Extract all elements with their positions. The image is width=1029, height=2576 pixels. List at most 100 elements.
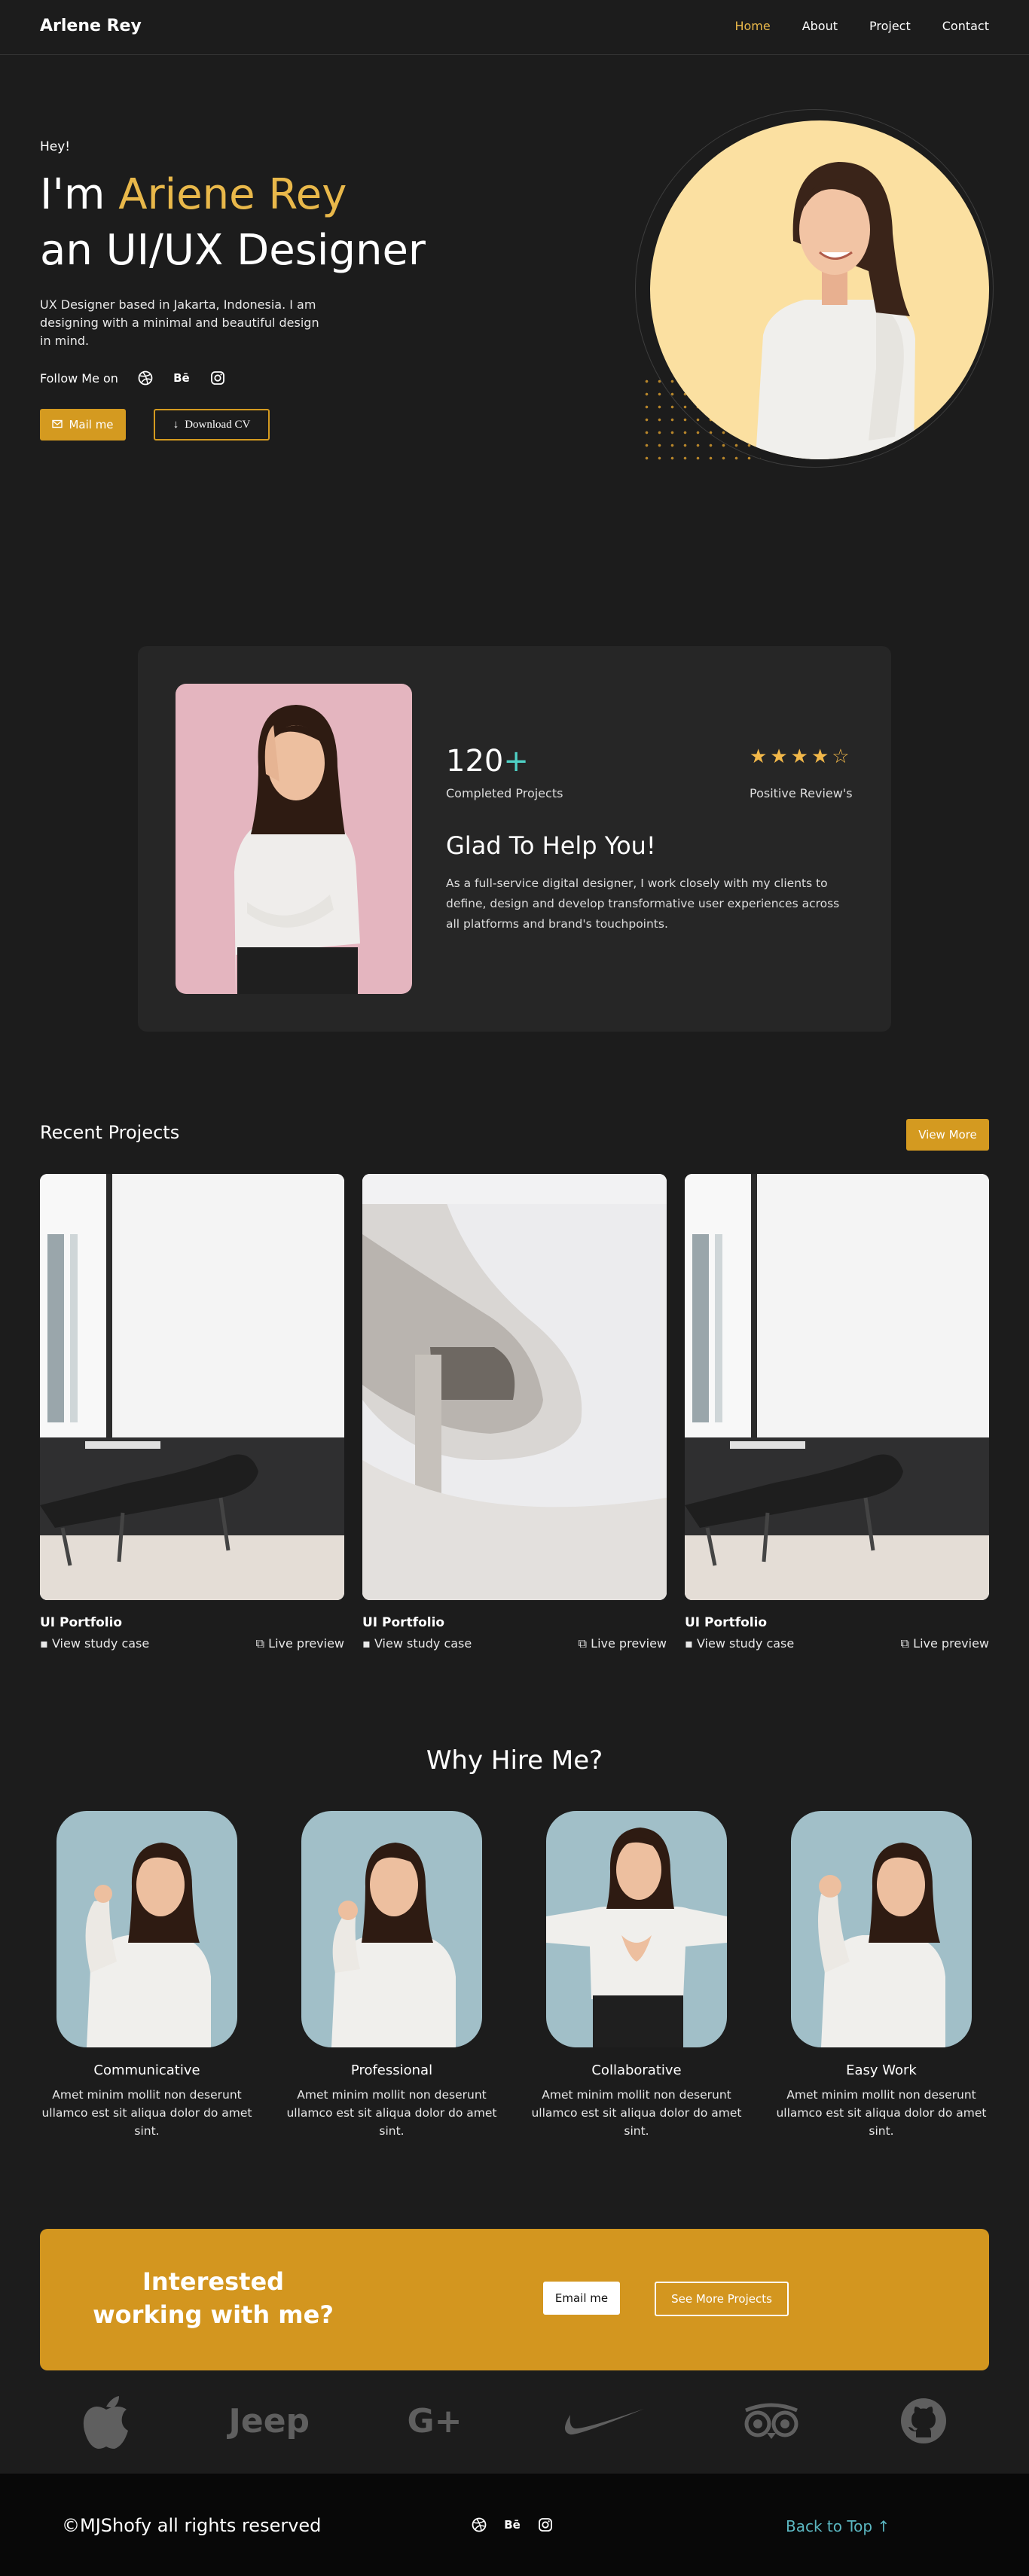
top-navbar: Arlene Rey Home About Project Contact <box>0 0 1029 55</box>
nav-about[interactable]: About <box>802 19 838 33</box>
hire-photo <box>791 1811 972 2047</box>
view-more-button[interactable]: View More <box>906 1119 989 1151</box>
hero-title-name: Ariene Rey <box>118 170 347 219</box>
view-study-case-link[interactable]: ▪ View study case <box>362 1636 472 1651</box>
project-image-chair[interactable] <box>40 1174 344 1600</box>
project-links: ▪ View study case ⧉ Live preview <box>685 1636 989 1651</box>
follow-label: Follow Me on <box>40 370 118 386</box>
mail-icon <box>52 418 63 431</box>
hire-card-professional: Professional Amet minim mollit non deser… <box>279 1811 505 2140</box>
project-title: UI Portfolio <box>685 1615 768 1630</box>
back-to-top-link[interactable]: Back to Top ↑ <box>786 2517 890 2535</box>
why-hire-title: Why Hire Me? <box>426 1745 603 1776</box>
project-card[interactable]: UI Portfolio ▪ View study case ⧉ Live pr… <box>40 1174 344 1651</box>
project-image-chair[interactable] <box>685 1174 989 1600</box>
star-icon: ★ <box>770 745 788 768</box>
project-links: ▪ View study case ⧉ Live preview <box>40 1636 344 1651</box>
email-me-button[interactable]: Email me <box>543 2282 620 2315</box>
nav-home[interactable]: Home <box>734 19 770 33</box>
project-title: UI Portfolio <box>362 1615 445 1630</box>
behance-icon[interactable]: Bē <box>503 2516 521 2534</box>
hero-greeting: Hey! <box>40 139 71 154</box>
hire-title: Collaborative <box>591 2062 682 2078</box>
about-heading: Glad To Help You! <box>446 831 656 860</box>
external-link-icon: ⧉ <box>578 1636 591 1651</box>
document-icon: ▪ <box>685 1636 697 1651</box>
hero-portrait <box>650 120 989 459</box>
github-logo-icon <box>899 2391 948 2451</box>
hire-card-communicative: Communicative Amet minim mollit non dese… <box>34 1811 260 2140</box>
about-description: As a full-service digital designer, I wo… <box>446 876 840 931</box>
projects-label: Completed Projects <box>446 786 563 800</box>
projects-plus: + <box>503 744 529 779</box>
view-study-case-label: View study case <box>374 1636 472 1651</box>
star-outline-icon: ☆ <box>832 745 850 768</box>
view-study-case-label: View study case <box>696 1636 795 1651</box>
projects-count: 120+ <box>446 744 529 779</box>
hero-title-prefix: I'm <box>40 170 119 219</box>
recent-projects-title: Recent Projects <box>40 1122 180 1143</box>
footer: ©MJShofy all rights reserved Bē Back to … <box>0 2474 1029 2576</box>
instagram-icon[interactable] <box>209 369 227 387</box>
brand-logo[interactable]: Arlene Rey <box>40 17 142 35</box>
jeep-logo-icon: Jeep <box>228 2401 310 2440</box>
hire-title: Easy Work <box>846 2062 917 2078</box>
nav-contact[interactable]: Contact <box>942 19 989 33</box>
hire-photo <box>546 1811 727 2047</box>
nav-project[interactable]: Project <box>869 19 911 33</box>
nav-links: Home About Project Contact <box>734 19 989 33</box>
project-card[interactable]: UI Portfolio ▪ View study case ⧉ Live pr… <box>362 1174 667 1651</box>
about-photo <box>176 684 412 994</box>
live-preview-link[interactable]: ⧉ Live preview <box>901 1636 989 1651</box>
client-logos: Jeep G+ <box>40 2387 989 2455</box>
hero-title-role: an UI/UX Designer <box>40 226 426 275</box>
view-study-case-link[interactable]: ▪ View study case <box>40 1636 149 1651</box>
view-study-case-link[interactable]: ▪ View study case <box>685 1636 794 1651</box>
live-preview-link[interactable]: ⧉ Live preview <box>579 1636 667 1651</box>
project-card[interactable]: UI Portfolio ▪ View study case ⧉ Live pr… <box>685 1174 989 1651</box>
follow-row: Follow Me on Bē <box>40 369 227 387</box>
dribbble-icon[interactable] <box>136 369 154 387</box>
mail-me-button[interactable]: Mail me <box>40 409 126 441</box>
hero-description: UX Designer based in Jakarta, Indonesia.… <box>40 297 319 348</box>
hire-title: Communicative <box>93 2062 200 2078</box>
live-preview-label: Live preview <box>913 1636 989 1651</box>
cta-title: Interested working with me? <box>93 2267 334 2329</box>
copyright-text: ©MJShofy all rights reserved <box>62 2515 322 2536</box>
download-arrow-icon: ↓ <box>173 418 179 431</box>
hire-description: Amet minim mollit non deserunt ullamco e… <box>776 2088 987 2138</box>
live-preview-label: Live preview <box>591 1636 667 1651</box>
hire-description: Amet minim mollit non deserunt ullamco e… <box>531 2088 742 2138</box>
hire-photo <box>301 1811 482 2047</box>
project-image-building[interactable] <box>362 1174 667 1600</box>
document-icon: ▪ <box>40 1636 52 1651</box>
document-icon: ▪ <box>362 1636 374 1651</box>
instagram-icon[interactable] <box>536 2516 554 2534</box>
tripadvisor-logo-icon <box>741 2391 802 2451</box>
download-cv-button[interactable]: ↓ Download CV <box>154 409 270 441</box>
view-study-case-label: View study case <box>51 1636 150 1651</box>
hire-photo <box>56 1811 237 2047</box>
reviews-label: Positive Review's <box>750 786 853 800</box>
live-preview-link[interactable]: ⧉ Live preview <box>256 1636 344 1651</box>
dribbble-icon[interactable] <box>470 2516 488 2534</box>
see-more-projects-button[interactable]: See More Projects <box>655 2282 789 2316</box>
project-links: ▪ View study case ⧉ Live preview <box>362 1636 667 1651</box>
nike-logo-icon <box>560 2391 644 2451</box>
live-preview-label: Live preview <box>268 1636 344 1651</box>
hire-card-collaborative: Collaborative Amet minim mollit non dese… <box>524 1811 750 2140</box>
star-icon: ★ <box>790 745 808 768</box>
download-cv-label: Download CV <box>185 418 251 431</box>
footer-social-links: Bē <box>470 2516 554 2534</box>
apple-logo-icon <box>81 2391 131 2451</box>
hire-card-easy-work: Easy Work Amet minim mollit non deserunt… <box>768 1811 994 2140</box>
google-plus-logo-icon: G+ <box>407 2401 463 2440</box>
about-card: 120+ Completed Projects ★ ★ ★ ★ ☆ Positi… <box>138 646 891 1032</box>
hire-description: Amet minim mollit non deserunt ullamco e… <box>286 2088 497 2138</box>
behance-icon[interactable]: Bē <box>173 369 191 387</box>
external-link-icon: ⧉ <box>900 1636 914 1651</box>
project-title: UI Portfolio <box>40 1615 123 1630</box>
cta-banner: Interested working with me? Email me See… <box>40 2229 989 2370</box>
projects-number: 120 <box>446 744 504 779</box>
hero-title: I'm Ariene Rey an UI/UX Designer <box>40 167 426 279</box>
